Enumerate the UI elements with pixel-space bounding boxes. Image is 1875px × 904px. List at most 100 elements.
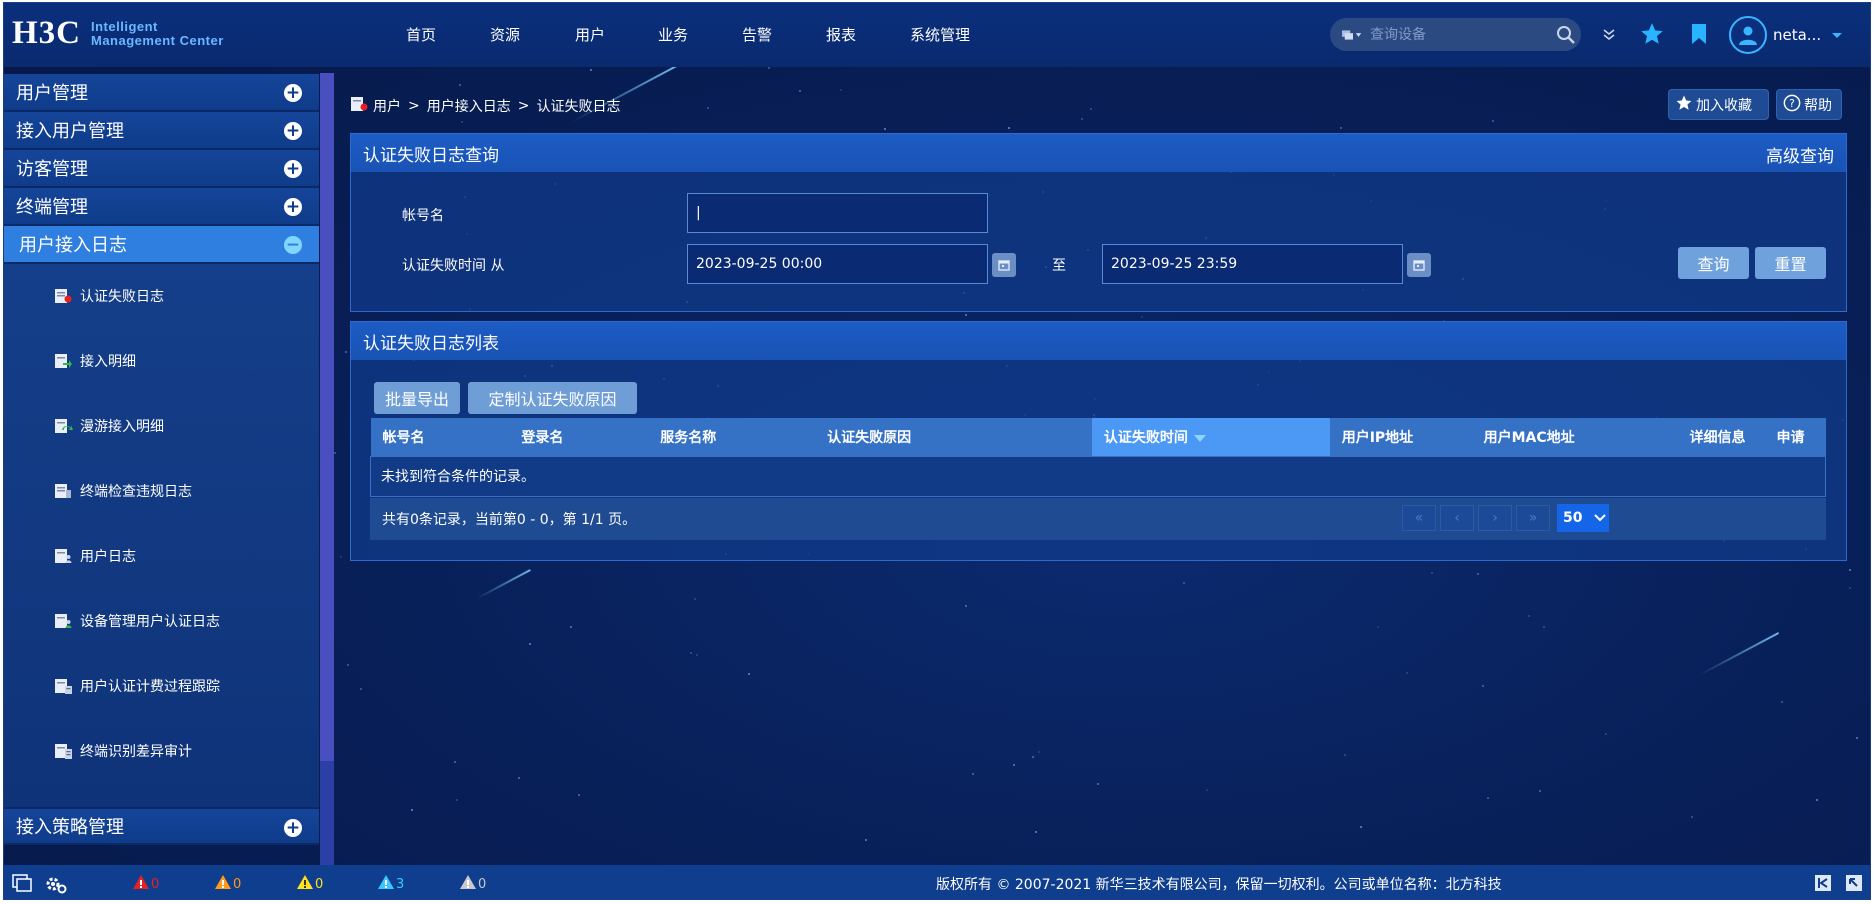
custom-failure-reason-button[interactable]: 定制认证失败原因 [468, 382, 637, 414]
col-failure-reason[interactable]: 认证失败原因 [815, 418, 1092, 456]
col-failure-time[interactable]: 认证失败时间 [1091, 418, 1330, 456]
nav-resources[interactable]: 资源 [490, 3, 575, 67]
nav-system[interactable]: 系统管理 [910, 3, 1000, 67]
expand-down-icon[interactable] [1594, 19, 1624, 49]
expand-plus-icon[interactable]: + [284, 84, 302, 102]
alarm-major[interactable]: 0 [214, 874, 241, 894]
settings-gear-icon[interactable] [45, 874, 67, 894]
sidebar-item-device-admin-auth-log[interactable]: 设备管理用户认证日志 [4, 589, 319, 653]
scrollbar-thumb[interactable] [320, 73, 334, 761]
nav-home[interactable]: 首页 [406, 3, 490, 67]
section-label: 访客管理 [16, 159, 88, 180]
section-label: 用户接入日志 [19, 235, 127, 256]
account-input[interactable]: | [687, 193, 988, 233]
col-failure-time-label: 认证失败时间 [1103, 429, 1188, 446]
trace-icon [52, 675, 74, 697]
sidebar-item-auth-failure-log[interactable]: 认证失败日志 [4, 264, 319, 328]
col-details[interactable]: 详细信息 [1677, 418, 1765, 456]
col-user-ip[interactable]: 用户IP地址 [1329, 418, 1472, 456]
section-terminal-management[interactable]: 终端管理 + [4, 188, 319, 226]
user-name: neta... [1773, 26, 1822, 44]
user-dropdown-icon[interactable] [1831, 26, 1843, 44]
search-input[interactable] [1364, 19, 1551, 50]
breadcrumb-item[interactable]: 用户接入日志 [427, 96, 511, 116]
time-to-input[interactable]: 2023-09-25 23:59 [1102, 244, 1403, 284]
add-favorite-button[interactable]: 加入收藏 [1668, 89, 1769, 120]
collapse-minus-icon[interactable]: − [284, 236, 302, 254]
nav-users[interactable]: 用户 [575, 3, 658, 67]
breadcrumb-item[interactable]: 用户 [373, 96, 401, 116]
star-dot [1605, 733, 1608, 736]
alarm-critical-icon [132, 874, 150, 894]
alarm-minor[interactable]: 0 [296, 874, 323, 894]
sidebar-item-terminal-identify-audit[interactable]: 终端识别差异审计 [4, 719, 319, 783]
advanced-query-link[interactable]: 高级查询 [1766, 142, 1834, 167]
sidebar-item-label: 终端识别差异审计 [80, 744, 192, 760]
app-window: H3C Intelligent Management Center 首页 资源 … [3, 2, 1871, 900]
alarm-info-count: 0 [478, 876, 487, 892]
expand-plus-icon[interactable]: + [284, 819, 302, 837]
alarm-warning[interactable]: 3 [377, 874, 404, 894]
popout-icon[interactable] [1845, 874, 1863, 892]
collapse-left-icon[interactable] [1814, 874, 1832, 892]
alarm-info[interactable]: 0 [459, 874, 486, 894]
col-apply[interactable]: 申请 [1764, 418, 1826, 456]
star-dot [1359, 826, 1362, 829]
section-label: 用户管理 [16, 83, 88, 104]
section-user-management[interactable]: 用户管理 + [4, 74, 319, 112]
list-panel-title: 认证失败日志列表 [363, 333, 499, 354]
device-search [1330, 18, 1581, 51]
col-account[interactable]: 帐号名 [370, 418, 510, 456]
star-dot [570, 625, 573, 628]
sidebar-item-user-log[interactable]: 用户日志 [4, 524, 319, 588]
star-add-icon [1675, 94, 1693, 116]
calendar-icon[interactable] [1407, 253, 1431, 277]
help-button[interactable]: ? 帮助 [1776, 89, 1842, 120]
sidebar-item-access-detail[interactable]: 接入明细 [4, 329, 319, 393]
calendar-icon[interactable] [992, 253, 1016, 277]
section-guest-management[interactable]: 访客管理 + [4, 150, 319, 188]
sidebar-item-auth-accounting-trace[interactable]: 用户认证计费过程跟踪 [4, 654, 319, 718]
expand-plus-icon[interactable]: + [284, 122, 302, 140]
section-user-access-log[interactable]: 用户接入日志 − [4, 226, 319, 264]
window-icon[interactable] [12, 874, 32, 892]
user-menu[interactable]: neta... [1729, 16, 1843, 54]
prev-page-icon[interactable]: ‹ [1440, 505, 1474, 531]
batch-export-button[interactable]: 批量导出 [374, 382, 460, 414]
help-label: 帮助 [1804, 97, 1832, 114]
query-button[interactable]: 查询 [1678, 247, 1749, 279]
sidebar-item-roaming-detail[interactable]: 漫游接入明细 [4, 394, 319, 458]
sidebar-item-label: 设备管理用户认证日志 [80, 614, 220, 630]
sort-desc-icon[interactable] [1193, 430, 1206, 446]
expand-plus-icon[interactable]: + [284, 198, 302, 216]
expand-plus-icon[interactable]: + [284, 160, 302, 178]
star-dot [1492, 119, 1495, 122]
time-from-input[interactable]: 2023-09-25 00:00 [687, 244, 988, 284]
alarm-critical[interactable]: 0 [132, 874, 159, 894]
device-type-icon[interactable] [1342, 28, 1364, 42]
col-login-name[interactable]: 登录名 [509, 418, 649, 456]
nav-reports[interactable]: 报表 [826, 3, 910, 67]
bookmark-icon[interactable] [1684, 19, 1714, 49]
last-page-icon[interactable]: » [1516, 505, 1550, 531]
reset-button[interactable]: 重置 [1755, 247, 1826, 279]
section-access-policy-management[interactable]: 接入策略管理 + [4, 807, 319, 845]
page-size-select[interactable]: 50 [1557, 504, 1609, 532]
sidebar-scrollbar[interactable] [320, 73, 334, 865]
star-dot [1781, 701, 1784, 704]
nav-alarms[interactable]: 告警 [742, 3, 826, 67]
h3c-logo[interactable]: H3C Intelligent Management Center [12, 15, 224, 52]
sidebar-item-terminal-violation[interactable]: 终端检查违规日志 [4, 459, 319, 523]
nav-services[interactable]: 业务 [658, 3, 742, 67]
pager-summary: 共有0条记录，当前第0 - 0，第 1/1 页。 [382, 512, 637, 528]
first-page-icon[interactable]: « [1402, 505, 1436, 531]
col-service-name[interactable]: 服务名称 [648, 418, 816, 456]
star-dot [334, 451, 337, 454]
section-access-user-management[interactable]: 接入用户管理 + [4, 112, 319, 150]
search-icon[interactable] [1551, 25, 1581, 45]
star-dot [1815, 799, 1818, 802]
favorites-star-icon[interactable] [1637, 19, 1667, 49]
star-dot [455, 798, 458, 801]
next-page-icon[interactable]: › [1478, 505, 1512, 531]
col-user-mac[interactable]: 用户MAC地址 [1471, 418, 1678, 456]
